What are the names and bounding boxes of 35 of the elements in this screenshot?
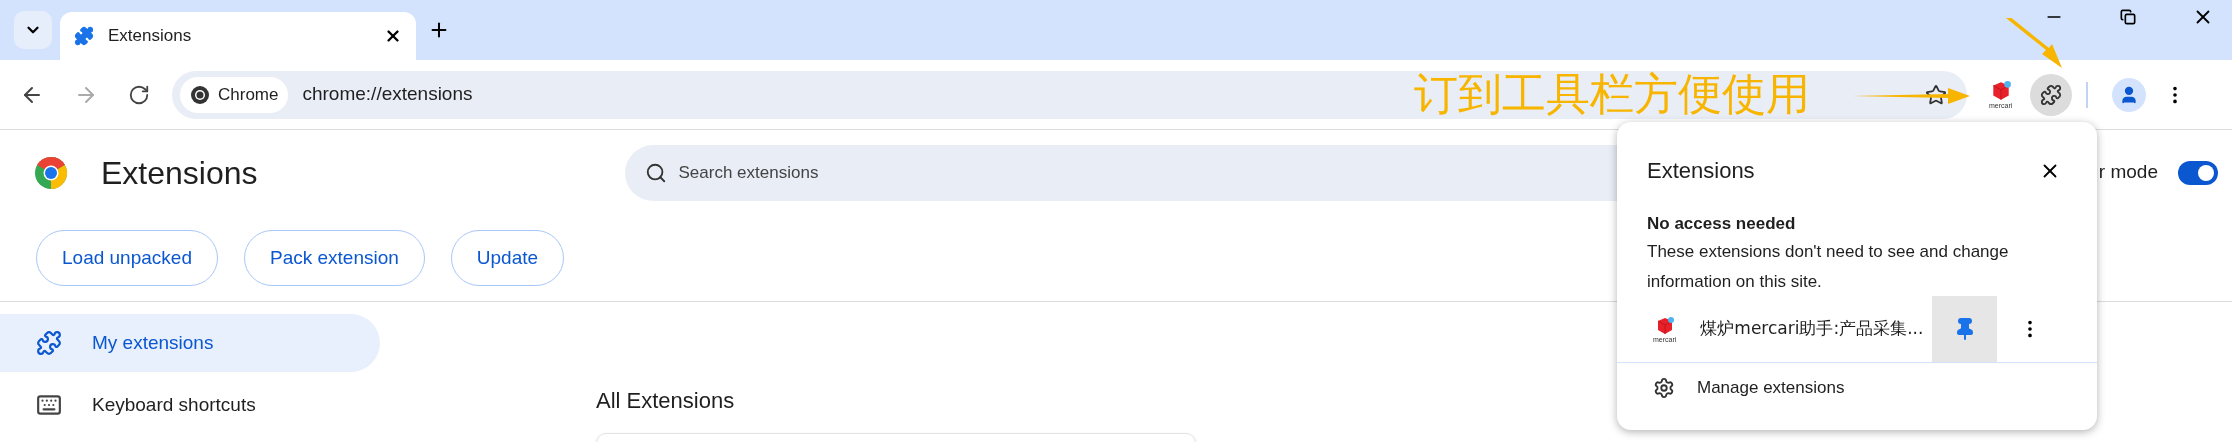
puzzle-icon [74, 26, 94, 46]
pin-button[interactable] [1932, 296, 1998, 362]
chrome-chip[interactable]: Chrome [180, 76, 289, 113]
browser-tab[interactable]: Extensions [60, 12, 416, 60]
reload-icon[interactable] [128, 83, 150, 106]
restore-icon[interactable] [2120, 9, 2136, 25]
extension-name[interactable]: 煤炉mercari助手:产品采集... [1700, 316, 1933, 342]
section-title: All Extensions [596, 387, 736, 415]
tab-title: Extensions [108, 25, 193, 48]
puzzle-icon [36, 330, 62, 356]
bookmark-star-icon[interactable] [1925, 83, 1947, 106]
chrome-logo-icon [190, 84, 210, 105]
profile-button[interactable] [2112, 77, 2147, 112]
manage-extensions-link[interactable]: Manage extensions [1697, 374, 1845, 401]
developer-mode-toggle[interactable] [2178, 160, 2218, 185]
extensions-button[interactable] [2030, 73, 2073, 116]
sidebar-item[interactable]: My extensions [0, 314, 380, 372]
action-button[interactable]: Pack extension [243, 230, 425, 286]
address-bar[interactable]: Chrome chrome://extensions 订到工具栏方便使用 [172, 70, 1967, 119]
url-text: chrome://extensions [302, 82, 473, 107]
sidebar-item[interactable]: Keyboard shortcuts [0, 376, 380, 434]
chrome-logo-icon [33, 154, 69, 191]
developer-mode-label: r mode [2098, 160, 2158, 185]
popup-description: These extensions don't need to see and change information on this site. [1646, 240, 2010, 293]
search-icon [644, 161, 667, 184]
close-icon[interactable] [384, 27, 402, 45]
keyboard-icon [36, 392, 62, 418]
tab-search-button[interactable] [14, 11, 52, 49]
puzzle-icon [2040, 83, 2063, 106]
annotation-arrow [2006, 18, 2062, 68]
popup-section-title: No access needed [1646, 213, 1797, 235]
page-title: Extensions [101, 153, 258, 193]
settings-icon [1653, 376, 1675, 399]
annotation-text: 订到工具栏方便使用 [1414, 71, 1810, 116]
popup-title: Extensions [1647, 157, 1756, 185]
